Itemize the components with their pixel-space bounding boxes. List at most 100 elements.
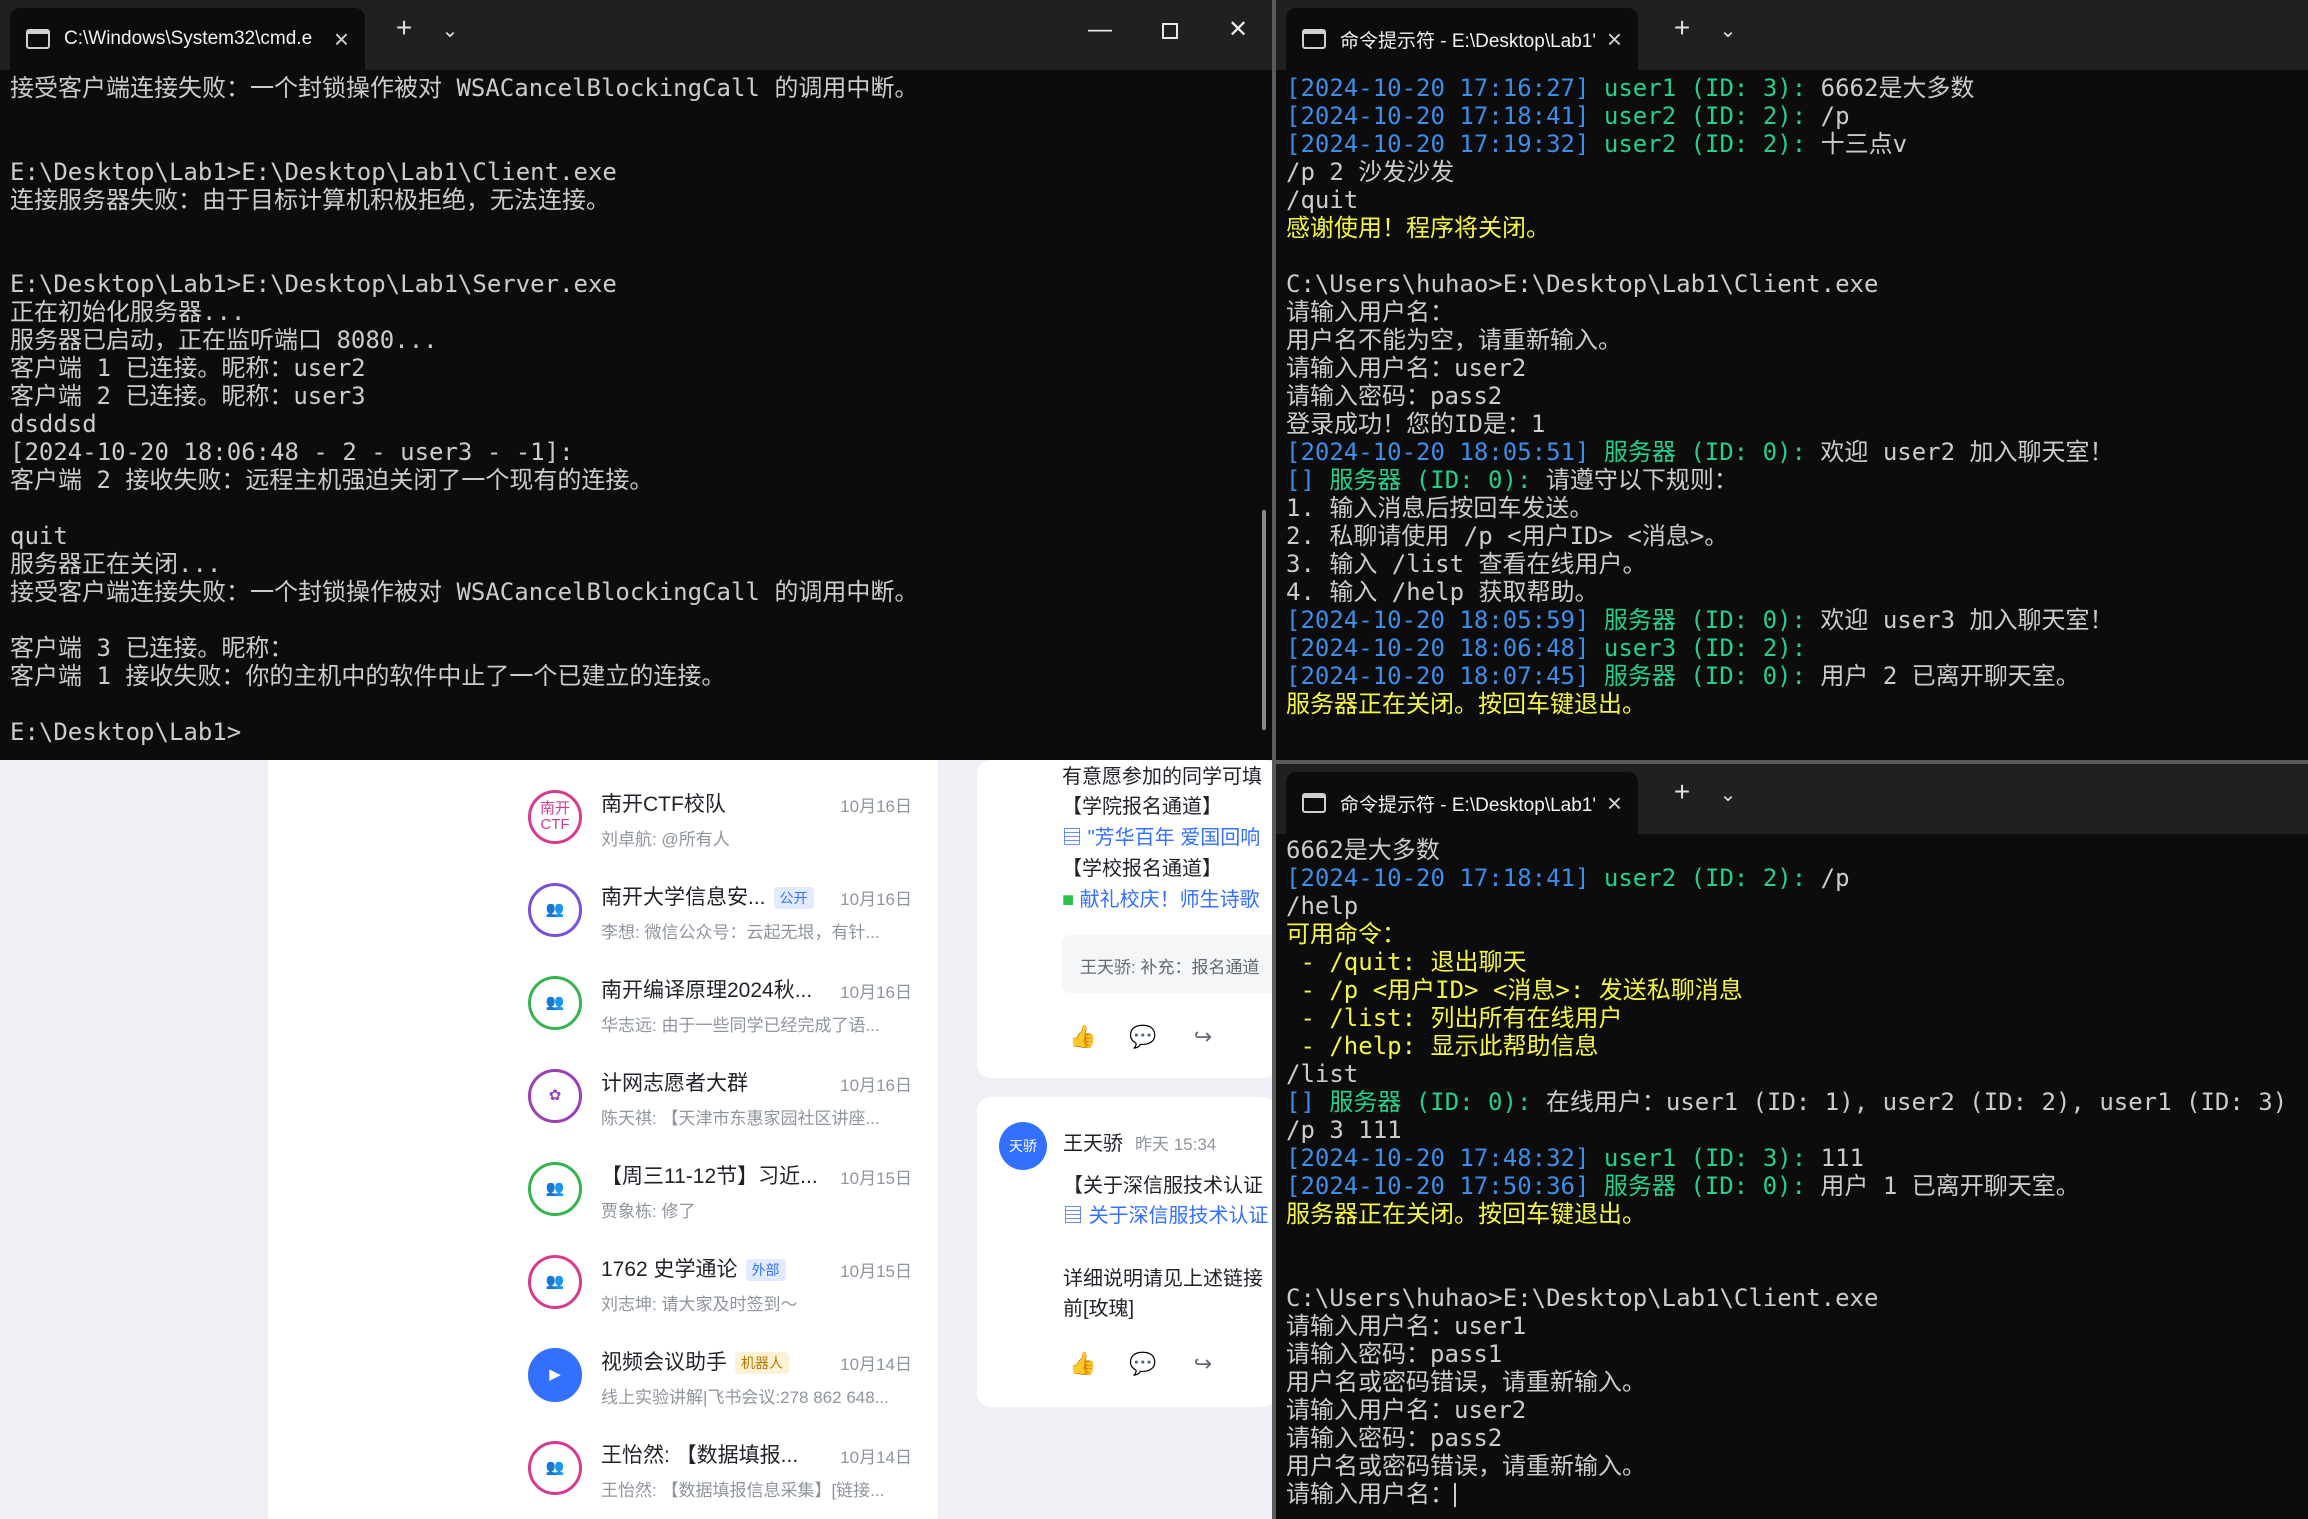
text-cursor: [1454, 1483, 1456, 1507]
chat-list-item[interactable]: ✿ 计网志愿者大群 10月16日 陈天祺: 【天津市东惠家园社区讲座...: [268, 1049, 938, 1142]
scrollbar[interactable]: [1262, 510, 1266, 730]
terminal-text: 请输入用户名：user1: [1286, 1312, 1527, 1340]
terminal-text: - /list: 列出所有在线用户: [1286, 1004, 1623, 1032]
terminal-text: 用户 1 已离开聊天室。: [1820, 1172, 2080, 1200]
close-tab-icon[interactable]: ×: [334, 24, 349, 55]
feed-card-2-line2: 详细说明请见上述链接: [1063, 1268, 1263, 1290]
terminal-line: 2. 私聊请使用 /p <用户ID> <消息>。: [1286, 522, 2298, 550]
maximize-button[interactable]: [1140, 10, 1200, 50]
new-tab-button[interactable]: +: [1662, 776, 1702, 808]
terminal-line: 请输入密码：pass2: [1286, 1424, 2298, 1452]
terminal-text: 4. 输入 /help 获取帮助。: [1286, 578, 1599, 606]
terminal-line: 请输入密码：pass2: [1286, 382, 2298, 410]
author-avatar[interactable]: 天骄: [999, 1122, 1047, 1170]
terminal-line: - /list: 列出所有在线用户: [1286, 1004, 2298, 1032]
like-icon[interactable]: 👍: [1069, 1025, 1096, 1049]
terminal-line: 请输入用户名：: [1286, 298, 2298, 326]
terminal-text: - /p <用户ID> <消息>: 发送私聊消息: [1286, 976, 1743, 1004]
feed-card-1-link2[interactable]: ■ 献礼校庆！师生诗歌: [1062, 883, 1260, 912]
close-tab-icon[interactable]: ×: [1607, 24, 1622, 55]
minimize-button[interactable]: —: [1070, 10, 1130, 50]
doc-icon: ▤: [1062, 827, 1088, 849]
tab-cmd[interactable]: C:\Windows\System32\cmd.e ×: [10, 8, 365, 70]
share-icon[interactable]: ↪: [1190, 1352, 1216, 1376]
new-tab-button[interactable]: +: [1662, 12, 1702, 44]
terminal-text: E:\Desktop\Lab1>E:\Desktop\Lab1\Server.e…: [10, 270, 617, 298]
terminal-output[interactable]: 接受客户端连接失败：一个封锁操作被对 WSACancelBlockingCall…: [10, 74, 1262, 760]
terminal-text: 服务器正在关闭...: [10, 550, 222, 578]
feed-card-2-author[interactable]: 王天骄: [1063, 1127, 1123, 1156]
terminal-text: 服务器正在关闭。按回车键退出。: [1286, 1200, 1646, 1228]
terminal-text: 6662是大多数: [1820, 74, 1975, 102]
terminal-line: 6662是大多数: [1286, 836, 2298, 864]
chat-list-item[interactable]: 👥 【周三11-12节】习近... 10月15日 贾象栋: 修了: [268, 1142, 938, 1235]
tab-command-prompt[interactable]: 命令提示符 - E:\Desktop\Lab1' ×: [1286, 8, 1638, 70]
terminal-window-bottom-right[interactable]: 命令提示符 - E:\Desktop\Lab1' × + ⌄ 6662是大多数[…: [1276, 764, 2308, 1519]
terminal-line: 登录成功！您的ID是：1: [1286, 410, 2298, 438]
terminal-output[interactable]: 6662是大多数 [2024-10-20 17:18:41] user2 (ID:…: [1286, 836, 2298, 1519]
group-icon[interactable]: 👥: [528, 883, 582, 937]
terminal-text: 欢迎 user3 加入聊天室！: [1820, 606, 2114, 634]
terminal-text: 服务器 (ID: 0):: [1329, 1088, 1546, 1116]
feed-card-1-reply[interactable]: 王天骄: 补充：报名通道: [1062, 935, 1282, 993]
close-window-button[interactable]: ✕: [1208, 10, 1268, 50]
terminal-text: 客户端 2 已连接。昵称：user3: [10, 382, 366, 410]
terminal-output[interactable]: [2024-10-20 17:16:27] user1 (ID: 3): 666…: [1286, 74, 2298, 760]
terminal-text: user1 (ID: 3):: [1603, 1144, 1821, 1172]
group-icon[interactable]: 👥: [528, 1441, 582, 1495]
tab-dropdown-icon[interactable]: ⌄: [430, 18, 470, 43]
terminal-text: 可用命令：: [1286, 920, 1406, 948]
terminal-line: quit: [10, 522, 1262, 550]
terminal-line: 用户名或密码错误，请重新输入。: [1286, 1452, 2298, 1480]
group-icon[interactable]: 👥: [528, 1162, 582, 1216]
group-icon[interactable]: 👥: [528, 1255, 582, 1309]
terminal-line: 服务器正在关闭...: [10, 550, 1262, 578]
terminal-text: 服务器 (ID: 0):: [1603, 438, 1821, 466]
share-icon[interactable]: ↪: [1190, 1025, 1216, 1049]
terminal-line: [2024-10-20 17:16:27] user1 (ID: 3): 666…: [1286, 74, 2298, 102]
close-tab-icon[interactable]: ×: [1607, 788, 1622, 819]
chat-list-item[interactable]: 南开 CTF 南开CTF校队 10月16日 刘卓航: @所有人: [268, 770, 938, 863]
terminal-line: [2024-10-20 17:48:32] user1 (ID: 3): 111: [1286, 1144, 2298, 1172]
chat-list-item[interactable]: 👥 南开大学信息安... 公开 10月16日 李想: 微信公众号：云起无垠，有针...: [268, 863, 938, 956]
title-bar[interactable]: 命令提示符 - E:\Desktop\Lab1' × + ⌄: [1276, 0, 2308, 70]
chat-list-item[interactable]: 👥 王怡然: 【数据填报... 10月14日 王怡然: 【数据填报信息采集】[链接..…: [268, 1421, 938, 1514]
title-bar[interactable]: 命令提示符 - E:\Desktop\Lab1' × + ⌄: [1276, 764, 2308, 834]
terminal-line: 服务器正在关闭。按回车键退出。: [1286, 690, 2298, 718]
new-tab-button[interactable]: +: [384, 12, 424, 44]
feed-card-1-link1[interactable]: ▤ "芳华百年 爱国回响: [1062, 821, 1260, 850]
feed-card-2-line3: 前[玫瑰]: [1063, 1298, 1135, 1320]
terminal-line: 请输入用户名：: [1286, 1480, 2298, 1508]
tab-dropdown-icon[interactable]: ⌄: [1708, 18, 1748, 43]
avatar[interactable]: 南开 CTF: [528, 790, 582, 844]
terminal-window-left[interactable]: C:\Windows\System32\cmd.e × + ⌄ — ✕ 接受客户…: [0, 0, 1272, 760]
title-bar[interactable]: C:\Windows\System32\cmd.e × + ⌄ — ✕: [0, 0, 1272, 70]
feed-card-2: 天骄 王天骄 昨天 15:34 【关于深信服技术认证 ▤ 关于深信服技术认证 详…: [977, 1097, 1277, 1407]
group-icon[interactable]: 👥: [528, 976, 582, 1030]
terminal-line: 感谢使用！程序将关闭。: [1286, 214, 2298, 242]
terminal-line: dsddsd: [10, 410, 1262, 438]
terminal-text: [2024-10-20 18:05:51]: [1286, 438, 1604, 466]
feed-card-2-link1[interactable]: ▤ 关于深信服技术认证: [1063, 1199, 1269, 1228]
feed-card-1-reply-text: 王天骄: 补充：报名通道: [1080, 958, 1260, 977]
terminal-window-top-right[interactable]: 命令提示符 - E:\Desktop\Lab1' × + ⌄ [2024-10-…: [1276, 0, 2308, 760]
chat-title: 【周三11-12节】习近...: [601, 1160, 818, 1190]
terminal-text: 感谢使用！程序将关闭。: [1286, 214, 1550, 242]
terminal-text: [2024-10-20 17:19:32]: [1286, 130, 1604, 158]
video-icon[interactable]: ▶: [528, 1348, 582, 1402]
chat-title-text: 南开大学信息安...: [601, 886, 766, 909]
chat-list-item[interactable]: 👥 南开编译原理2024秋... 10月16日 华志远: 由于一些同学已经完成了语..…: [268, 956, 938, 1049]
image-icon[interactable]: ✿: [528, 1069, 582, 1123]
like-icon[interactable]: 👍: [1069, 1352, 1096, 1376]
terminal-icon: [1302, 793, 1326, 813]
tab-command-prompt[interactable]: 命令提示符 - E:\Desktop\Lab1' ×: [1286, 772, 1638, 834]
comment-icon[interactable]: 💬: [1129, 1352, 1156, 1376]
tab-dropdown-icon[interactable]: ⌄: [1708, 782, 1748, 807]
comment-icon[interactable]: 💬: [1129, 1025, 1156, 1049]
terminal-line: 可用命令：: [1286, 920, 2298, 948]
terminal-line: 请输入密码：pass1: [1286, 1340, 2298, 1368]
chat-list-item[interactable]: 👥 1762 史学通论 外部 10月15日 刘志坤: 请大家及时签到～: [268, 1235, 938, 1328]
chat-list-item[interactable]: ▶ 视频会议助手 机器人 10月14日 线上实验讲解|飞书会议:278 862 648.…: [268, 1328, 938, 1421]
